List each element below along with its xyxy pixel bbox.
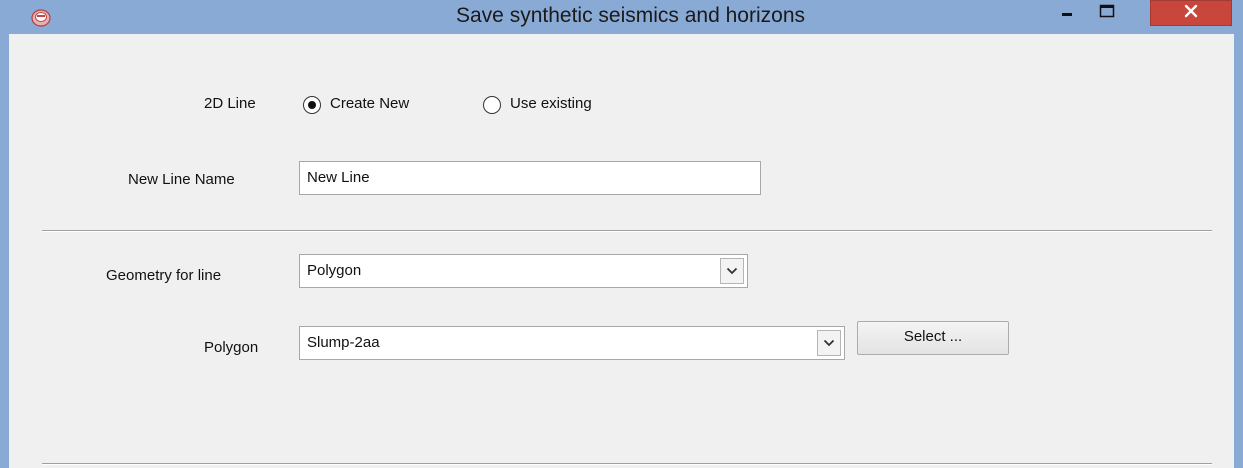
radio-create-new[interactable]	[303, 96, 321, 114]
separator	[42, 463, 1212, 465]
chevron-down-icon	[823, 334, 835, 352]
polygon-label: Polygon	[204, 339, 259, 356]
radio-use-existing-label[interactable]: Use existing	[510, 95, 592, 112]
geometry-label: Geometry for line	[106, 267, 222, 284]
close-icon	[1184, 4, 1198, 23]
dialog-window: Save synthetic seismics and horizons 2D …	[0, 0, 1243, 468]
new-line-name-value: New Line	[307, 169, 370, 186]
line-2d-label: 2D Line	[204, 95, 256, 112]
maximize-button[interactable]	[1088, 0, 1126, 26]
separator	[42, 230, 1212, 232]
polygon-select[interactable]: Slump-2aa	[299, 326, 845, 360]
radio-create-new-label[interactable]: Create New	[330, 95, 409, 112]
polygon-dropdown-button[interactable]	[817, 330, 841, 356]
close-button[interactable]	[1150, 0, 1232, 26]
new-line-name-label: New Line Name	[128, 171, 235, 188]
radio-use-existing[interactable]	[483, 96, 501, 114]
dialog-content: 2D Line Create New Use existing New Line…	[9, 34, 1234, 468]
maximize-icon	[1099, 4, 1115, 23]
minimize-button[interactable]	[1048, 0, 1086, 26]
radio-selected-dot	[308, 101, 316, 109]
polygon-selected-value: Slump-2aa	[307, 334, 380, 351]
chevron-down-icon	[726, 262, 738, 280]
geometry-dropdown-button[interactable]	[720, 258, 744, 284]
minimize-icon	[1060, 4, 1074, 23]
new-line-name-input[interactable]: New Line	[299, 161, 761, 195]
window-title-text: Save synthetic seismics and horizons	[456, 4, 805, 27]
geometry-select[interactable]: Polygon	[299, 254, 748, 288]
select-polygon-button[interactable]: Select ...	[857, 321, 1009, 355]
geometry-selected-value: Polygon	[307, 262, 362, 279]
title-bar[interactable]: Save synthetic seismics and horizons	[0, 0, 1243, 34]
